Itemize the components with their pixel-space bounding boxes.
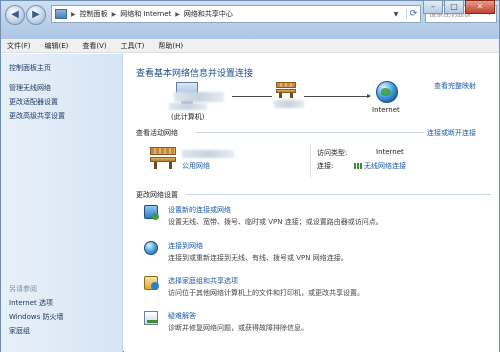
sidebar-item-adapter-settings[interactable]: 更改适配器设置 (9, 97, 58, 107)
chevron-down-icon[interactable]: ▼ (390, 11, 402, 18)
homegroup-icon (144, 276, 159, 290)
control-panel-icon (55, 9, 67, 19)
page-title: 查看基本网络信息并设置连接 (136, 69, 254, 79)
minimize-button[interactable]: – (423, 0, 443, 14)
access-type-value: Internet (376, 148, 404, 156)
main-content: 查看基本网络信息并设置连接 查看完整映射 (此计算机) Internet 查看活… (124, 54, 499, 352)
chevron-right-icon[interactable]: ▶ (175, 11, 180, 18)
task-connect-network: 连接到网络 连接到或重新连接到无线、有线、拨号或 VPN 网络连接。 (144, 241, 484, 267)
forward-arrow-icon: ▶ (32, 9, 40, 20)
task-link[interactable]: 设置新的连接或网络 (168, 205, 231, 215)
active-network-bench-icon[interactable] (150, 147, 176, 169)
explorer-window: ◀ ▶ ▶ 控制面板 ▶ 网络和 Internet ▶ 网络和共享中心 ▼ ⟳ … (0, 0, 500, 352)
menu-help[interactable]: 帮助(H) (158, 39, 183, 52)
close-button[interactable]: ✕ (465, 0, 495, 14)
menu-bar: 文件(F) 编辑(E) 查看(V) 工具(T) 帮助(H) (1, 39, 499, 53)
sidebar-item-home[interactable]: 控制面板主页 (9, 63, 51, 73)
bench-leg (153, 162, 157, 169)
address-bar[interactable]: ▶ 控制面板 ▶ 网络和 Internet ▶ 网络和共享中心 ▼ ⟳ (51, 5, 421, 23)
blurred-network-name (274, 100, 304, 108)
see-also-internet-options[interactable]: Internet 选项 (9, 298, 53, 308)
bench-back (150, 147, 176, 155)
connect-network-icon (144, 241, 158, 255)
task-troubleshoot: 疑难解答 诊断并修复网络问题，或获得故障排除信息。 (144, 311, 484, 337)
breadcrumb-item[interactable]: 网络和 Internet (120, 9, 171, 19)
maximize-button[interactable]: □ (444, 0, 464, 14)
active-networks-heading: 查看活动网络 (136, 129, 178, 137)
connection-arrow (304, 94, 371, 98)
view-full-map-link[interactable]: 查看完整映射 (434, 81, 476, 91)
connection-label: 连接: (317, 162, 334, 170)
task-description: 连接到或重新连接到无线、有线、拨号或 VPN 网络连接。 (168, 254, 348, 262)
network-type-link[interactable]: 公用网络 (182, 161, 210, 171)
chevron-right-icon[interactable]: ▶ (112, 11, 117, 18)
menu-file[interactable]: 文件(F) (7, 39, 31, 52)
connection-value: 无线网络连接 (364, 162, 406, 170)
computer-label: (此计算机) (171, 113, 205, 121)
troubleshoot-icon (144, 311, 158, 325)
connection-line (232, 96, 272, 97)
change-settings-heading: 更改网络设置 (136, 191, 178, 199)
task-link[interactable]: 疑难解答 (168, 311, 196, 321)
sidebar-item-manage-wireless[interactable]: 管理无线网络 (9, 83, 51, 93)
back-arrow-icon: ◀ (11, 9, 19, 20)
task-description: 访问位于其他网络计算机上的文件和打印机，或更改共享设置。 (168, 289, 364, 297)
internet-globe-icon (376, 81, 398, 103)
see-also-windows-firewall[interactable]: Windows 防火墙 (9, 312, 63, 322)
connect-disconnect-link[interactable]: 连接或断开连接 (427, 128, 476, 138)
task-description: 诊断并修复网络问题，或获得故障排除信息。 (168, 324, 308, 332)
task-description: 设置无线、宽带、拨号、临时或 VPN 连接；或设置路由器或访问点。 (168, 218, 383, 226)
network-bench-icon (276, 82, 296, 98)
bench-leg (290, 93, 293, 98)
back-button[interactable]: ◀ (5, 5, 25, 25)
network-setup-icon (144, 205, 159, 220)
bench-leg (279, 93, 282, 98)
sidebar-item-advanced-sharing[interactable]: 更改高级共享设置 (9, 111, 65, 121)
divider (186, 194, 491, 195)
window-controls: – □ ✕ (422, 0, 495, 14)
chevron-right-icon[interactable]: ▶ (71, 11, 76, 18)
blurred-network-name (182, 150, 234, 158)
bench-leg (169, 162, 173, 169)
task-link[interactable]: 选择家庭组和共享选项 (168, 276, 238, 286)
title-bar: ◀ ▶ ▶ 控制面板 ▶ 网络和 Internet ▶ 网络和共享中心 ▼ ⟳ … (1, 0, 499, 39)
sidebar: 控制面板主页 管理无线网络 更改适配器设置 更改高级共享设置 另请参阅 Inte… (1, 54, 123, 352)
see-also-heading: 另请参阅 (9, 285, 37, 293)
see-also-homegroup[interactable]: 家庭组 (9, 326, 30, 336)
task-link[interactable]: 连接到网络 (168, 241, 203, 251)
menu-view[interactable]: 查看(V) (82, 39, 106, 52)
refresh-icon[interactable]: ⟳ (406, 9, 420, 19)
internet-label: Internet (372, 106, 400, 114)
divider (196, 132, 424, 133)
blurred-computer-name (169, 103, 207, 110)
task-new-connection: 设置新的连接或网络 设置无线、宽带、拨号、临时或 VPN 连接；或设置路由器或访… (144, 205, 484, 231)
access-type-label: 访问类型: (317, 149, 348, 157)
task-homegroup-sharing: 选择家庭组和共享选项 访问位于其他网络计算机上的文件和打印机，或更改共享设置。 (144, 276, 484, 302)
vertical-divider (310, 144, 311, 178)
breadcrumb-item[interactable]: 控制面板 (80, 9, 108, 19)
breadcrumb-item[interactable]: 网络和共享中心 (184, 9, 233, 19)
wireless-connection-link[interactable]: 无线网络连接 (354, 161, 406, 171)
forward-button[interactable]: ▶ (26, 5, 46, 25)
menu-edit[interactable]: 编辑(E) (45, 39, 69, 52)
blurred-computer-name (174, 92, 224, 102)
menu-tools[interactable]: 工具(T) (121, 39, 145, 52)
bench-back (276, 82, 296, 88)
wifi-signal-icon (354, 163, 362, 169)
